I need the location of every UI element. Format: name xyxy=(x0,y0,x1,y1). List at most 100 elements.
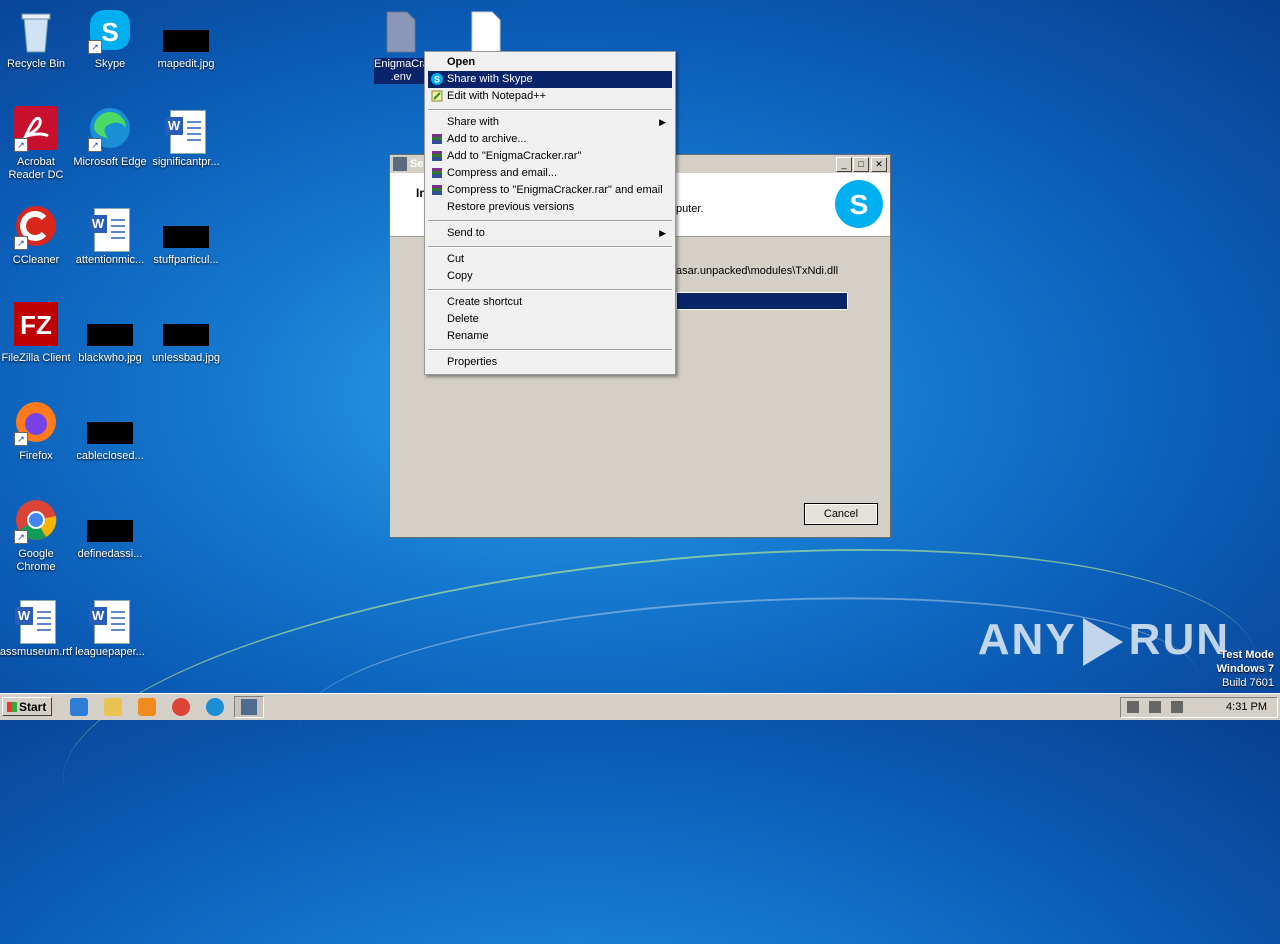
menu-item-share-with-skype[interactable]: S Share with Skype xyxy=(428,71,672,88)
menu-item-compress-to-rar-email[interactable]: Compress to "EnigmaCracker.rar" and emai… xyxy=(428,182,672,199)
desktop-icon-recycle-bin[interactable]: Recycle Bin xyxy=(0,8,74,71)
redacted-thumbnail xyxy=(163,324,209,346)
menu-item-label: Compress to "EnigmaCracker.rar" and emai… xyxy=(447,184,663,196)
network-icon[interactable] xyxy=(1149,701,1161,713)
menu-separator xyxy=(428,289,672,291)
shortcut-arrow-icon: ↗ xyxy=(14,530,28,544)
desktop-icon-edge[interactable]: ↗ Microsoft Edge xyxy=(72,106,148,169)
desktop-icon-label: mapedit.jpg xyxy=(157,58,215,70)
menu-item-compress-email[interactable]: Compress and email... xyxy=(428,165,672,182)
menu-item-send-to[interactable]: Send to ▶ xyxy=(428,225,672,242)
blank-file-icon xyxy=(471,11,501,53)
menu-separator xyxy=(428,109,672,111)
desktop-icon-attentionmic[interactable]: W attentionmic... xyxy=(72,204,148,267)
shortcut-arrow-icon: ↗ xyxy=(14,432,28,446)
svg-text:S: S xyxy=(434,75,440,85)
desktop-icon-label: Firefox xyxy=(19,450,53,462)
dialog-header-subtitle: puter. xyxy=(676,203,704,215)
desktop-icon-label: attentionmic... xyxy=(75,254,145,266)
menu-item-label: Add to archive... xyxy=(447,133,527,145)
desktop-icon-leaguepaper[interactable]: W leaguepaper... xyxy=(72,596,148,659)
menu-item-add-to-archive[interactable]: Add to archive... xyxy=(428,131,672,148)
desktop-icon-label: leaguepaper... xyxy=(75,646,145,658)
menu-item-edit-notepadpp[interactable]: Edit with Notepad++ xyxy=(428,88,672,105)
desktop-icon-label: FileZilla Client xyxy=(1,352,71,364)
skype-installer-task[interactable] xyxy=(234,696,264,718)
menu-item-restore-previous[interactable]: Restore previous versions xyxy=(428,199,672,216)
desktop-icon-acrobat[interactable]: ↗ Acrobat Reader DC xyxy=(0,106,74,182)
desktop-icon-label: Skype xyxy=(94,58,126,70)
menu-item-open[interactable]: Open xyxy=(428,54,672,71)
svg-text:S: S xyxy=(101,17,118,47)
desktop-icon-stuffparticul[interactable]: stuffparticul... xyxy=(148,204,224,267)
desktop-icon-enigmacracker[interactable]: EnigmaCra .env xyxy=(374,10,430,84)
menu-item-label: Compress and email... xyxy=(447,167,558,179)
selected-file-label: EnigmaCra .env xyxy=(374,58,430,84)
close-button[interactable]: ✕ xyxy=(871,157,887,172)
desktop-icon-unlessbad[interactable]: unlessbad.jpg xyxy=(148,302,224,365)
winrar-icon xyxy=(432,185,442,195)
firefox-icon: ↗ xyxy=(12,400,60,448)
minimize-button[interactable]: _ xyxy=(836,157,852,172)
desktop-icon-label: definedassi... xyxy=(77,548,143,560)
desktop-icon-cableclosed[interactable]: cableclosed... xyxy=(72,400,148,463)
windows-flag-icon xyxy=(7,702,17,712)
ccleaner-icon: ↗ xyxy=(12,204,60,252)
cancel-button[interactable]: Cancel xyxy=(804,503,878,525)
desktop-icon-ccleaner[interactable]: ↗ CCleaner xyxy=(0,204,74,267)
start-button[interactable]: Start xyxy=(2,697,52,716)
desktop-icon-label: significantpr... xyxy=(152,156,220,168)
image-file-icon xyxy=(86,400,134,448)
word-document-icon: W xyxy=(12,596,60,644)
menu-item-share-with[interactable]: Share with ▶ xyxy=(428,114,672,131)
volume-icon[interactable] xyxy=(1127,701,1139,713)
chrome-taskbar-icon[interactable] xyxy=(172,698,190,716)
redacted-thumbnail xyxy=(87,422,133,444)
desktop-icon-firefox[interactable]: ↗ Firefox xyxy=(0,400,74,463)
desktop-icon-label: cableclosed... xyxy=(76,450,144,462)
menu-item-label: Add to "EnigmaCracker.rar" xyxy=(447,150,582,162)
desktop-icon-label: Acrobat Reader DC xyxy=(8,156,64,181)
desktop-icon-mapedit[interactable]: mapedit.jpg xyxy=(148,8,224,71)
maximize-button[interactable]: □ xyxy=(853,157,869,172)
redacted-thumbnail xyxy=(87,520,133,542)
desktop-icon-blackwho[interactable]: blackwho.jpg xyxy=(72,302,148,365)
desktop-icon-chrome[interactable]: ↗ Google Chrome xyxy=(0,498,74,574)
desktop-icon-significantpr[interactable]: W significantpr... xyxy=(148,106,224,169)
image-file-icon xyxy=(162,204,210,252)
ie-icon[interactable] xyxy=(70,698,88,716)
skype-logo-icon: S xyxy=(835,180,883,228)
notepadpp-icon xyxy=(431,90,443,102)
menu-item-rename[interactable]: Rename xyxy=(428,328,672,345)
progress-bar xyxy=(676,292,848,310)
menu-item-cut[interactable]: Cut xyxy=(428,251,672,268)
acrobat-icon: ↗ xyxy=(12,106,60,154)
desktop-icon-filezilla[interactable]: FZ FileZilla Client xyxy=(0,302,74,365)
media-player-icon[interactable] xyxy=(138,698,156,716)
menu-item-delete[interactable]: Delete xyxy=(428,311,672,328)
chrome-icon: ↗ xyxy=(12,498,60,546)
shortcut-arrow-icon: ↗ xyxy=(14,138,28,152)
desktop-icon-definedassi[interactable]: definedassi... xyxy=(72,498,148,561)
anyrun-watermark: ANY RUN xyxy=(978,615,1230,667)
svg-text:FZ: FZ xyxy=(20,310,52,340)
menu-separator xyxy=(428,220,672,222)
menu-item-label: Share with xyxy=(447,116,499,128)
explorer-icon[interactable] xyxy=(104,698,122,716)
menu-item-add-to-rar[interactable]: Add to "EnigmaCracker.rar" xyxy=(428,148,672,165)
desktop-icon-label: stuffparticul... xyxy=(153,254,219,266)
edge-taskbar-icon[interactable] xyxy=(206,698,224,716)
shortcut-arrow-icon: ↗ xyxy=(88,138,102,152)
image-file-icon xyxy=(162,302,210,350)
desktop-icon-skype[interactable]: S ↗ Skype xyxy=(72,8,148,71)
menu-item-copy[interactable]: Copy xyxy=(428,268,672,285)
menu-item-create-shortcut[interactable]: Create shortcut xyxy=(428,294,672,311)
menu-item-properties[interactable]: Properties xyxy=(428,354,672,371)
word-document-icon: W xyxy=(162,106,210,154)
clock[interactable]: 4:31 PM xyxy=(1226,701,1267,713)
desktop-icon-assmuseum[interactable]: W assmuseum.rtf xyxy=(0,596,74,659)
shortcut-arrow-icon: ↗ xyxy=(88,40,102,54)
recycle-bin-icon xyxy=(12,8,60,56)
action-center-flag-icon[interactable] xyxy=(1171,701,1183,713)
menu-item-label: Edit with Notepad++ xyxy=(447,90,547,102)
